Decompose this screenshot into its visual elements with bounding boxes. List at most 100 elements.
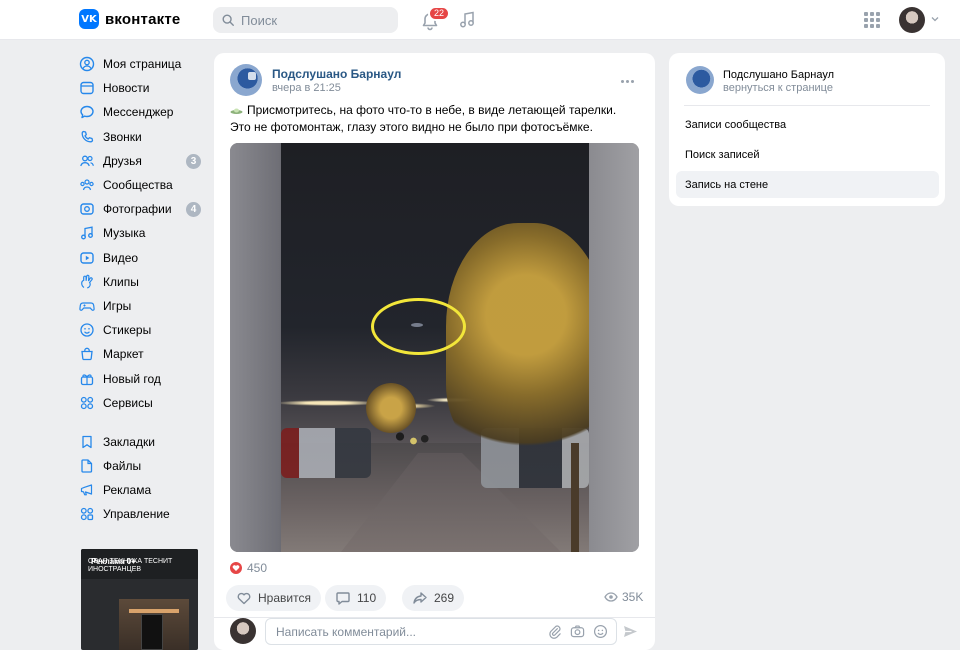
- photo-lit-tree: [446, 223, 589, 453]
- comment-attachments: [547, 624, 608, 639]
- comment-button[interactable]: 110: [325, 585, 387, 611]
- sidebar-item-label: Музыка: [103, 226, 146, 241]
- sidebar-ad-banner[interactable]: ОВАЯ ТЕХНИКА ТЕСНИТ ИНОСТРАНЦЕВ Реклама …: [81, 549, 198, 650]
- ad-image-shelf: [129, 609, 179, 613]
- sidebar-item-ads[interactable]: Реклама: [79, 478, 205, 502]
- emoji-icon[interactable]: [593, 624, 608, 639]
- ads-icon: [79, 482, 95, 498]
- community-avatar-small[interactable]: [686, 66, 714, 94]
- sidebar-item-clips[interactable]: Клипы: [79, 270, 205, 294]
- community-name[interactable]: Подслушано Барнаул: [723, 69, 834, 81]
- sidebar-item-market[interactable]: Маркет: [79, 342, 205, 366]
- sidebar-item-label: Друзья: [103, 153, 142, 168]
- music-icon: [79, 225, 95, 241]
- panel-divider: [684, 105, 930, 106]
- comment-field[interactable]: [265, 618, 617, 645]
- sidebar-item-management[interactable]: Управление: [79, 502, 205, 526]
- views-count: 35K: [622, 590, 644, 604]
- vk-logo-mark: VK: [79, 9, 99, 29]
- clips-icon: [79, 274, 95, 290]
- sidebar-item-communities[interactable]: Сообщества: [79, 173, 205, 197]
- sidebar-item-label: Новый год: [103, 371, 161, 386]
- vk-logo[interactable]: VK вконтакте: [79, 9, 180, 29]
- paperclip-icon[interactable]: [547, 624, 562, 639]
- search-icon: [222, 14, 234, 26]
- send-icon[interactable]: [622, 623, 639, 640]
- photo-yellow-highlight-ellipse: [371, 298, 466, 355]
- sidebar-item-photos[interactable]: Фотографии 4: [79, 197, 205, 221]
- file-icon: [79, 458, 95, 474]
- bookmark-icon: [79, 434, 95, 450]
- sidebar-item-label: Фотографии: [103, 202, 172, 217]
- sidebar-item-news[interactable]: Новости: [79, 76, 205, 100]
- ad-image-fridge: [141, 614, 163, 650]
- shares-count: 269: [434, 591, 455, 605]
- chevron-down-icon[interactable]: [930, 14, 940, 24]
- user-icon: [79, 56, 95, 72]
- message-icon: [79, 104, 95, 120]
- games-icon: [79, 298, 95, 314]
- search-posts-link[interactable]: Поиск записей: [676, 141, 939, 168]
- sidebar-item-video[interactable]: Видео: [79, 246, 205, 270]
- sidebar-item-messenger[interactable]: Мессенджер: [79, 100, 205, 124]
- vk-logo-text: вконтакте: [105, 10, 181, 28]
- photo-night-street: [281, 143, 589, 552]
- sidebar-item-new-year[interactable]: Новый год: [79, 366, 205, 390]
- sidebar-item-label: Управление: [103, 507, 170, 522]
- sidebar-item-friends[interactable]: Друзья 3: [79, 149, 205, 173]
- post-text-body: Присмотритесь, на фото что-то в небе, в …: [230, 103, 617, 134]
- sidebar-item-label: Файлы: [103, 459, 142, 474]
- sidebar-item-bookmarks[interactable]: Закладки: [79, 430, 205, 454]
- video-icon: [79, 250, 95, 266]
- sidebar-item-label: Стикеры: [103, 323, 152, 338]
- sidebar-item-music[interactable]: Музыка: [79, 221, 205, 245]
- community-avatar[interactable]: [230, 64, 262, 96]
- heart-outline-icon: [237, 592, 251, 605]
- market-icon: [79, 346, 95, 362]
- photos-count-badge: 4: [186, 202, 201, 218]
- sidebar-item-label: Реклама: [103, 483, 152, 498]
- post-actions-bar: Нравится 110 269 35K: [226, 585, 643, 611]
- camera-icon[interactable]: [570, 624, 585, 639]
- profile-avatar[interactable]: [899, 7, 925, 33]
- community-navigation-panel: Подслушано Барнаул вернуться к странице …: [669, 53, 945, 206]
- sidebar-item-label: Моя страница: [103, 57, 182, 72]
- sidebar-item-label: Звонки: [103, 129, 142, 144]
- search-field[interactable]: [213, 7, 398, 33]
- apps-grid-icon[interactable]: [864, 12, 880, 28]
- sidebar-item-services[interactable]: Сервисы: [79, 391, 205, 415]
- comments-count: 110: [357, 591, 377, 605]
- post-author-link[interactable]: Подслушано Барнаул: [272, 67, 401, 81]
- sidebar-item-label: Сообщества: [103, 178, 173, 193]
- friends-icon: [79, 153, 95, 169]
- like-button[interactable]: Нравится: [226, 585, 321, 611]
- sidebar-item-calls[interactable]: Звонки: [79, 125, 205, 149]
- sidebar-item-label: Мессенджер: [103, 105, 174, 120]
- likes-summary[interactable]: 450: [230, 561, 267, 575]
- sidebar-item-my-page[interactable]: Моя страница: [79, 52, 205, 76]
- search-input[interactable]: [241, 12, 391, 28]
- post-timestamp[interactable]: вчера в 21:25: [272, 82, 341, 94]
- sidebar-item-games[interactable]: Игры: [79, 294, 205, 318]
- eye-icon: [604, 592, 618, 602]
- stickers-icon: [79, 322, 95, 338]
- sidebar-item-files[interactable]: Файлы: [79, 454, 205, 478]
- back-to-page-link[interactable]: вернуться к странице: [723, 82, 833, 94]
- community-posts-link[interactable]: Записи сообщества: [676, 111, 939, 138]
- left-sidebar: Моя страница Новости Мессенджер Звонки Д…: [79, 52, 205, 527]
- phone-icon: [79, 129, 95, 145]
- sidebar-item-stickers[interactable]: Стикеры: [79, 318, 205, 342]
- like-button-label: Нравится: [258, 591, 311, 605]
- friends-count-badge: 3: [186, 153, 201, 169]
- photo-tree-trunk: [571, 443, 579, 552]
- gift-icon: [79, 371, 95, 387]
- music-player-icon[interactable]: [458, 11, 476, 29]
- wall-post-link-active[interactable]: Запись на стене: [676, 171, 939, 198]
- manage-icon: [79, 506, 95, 522]
- post-photo[interactable]: [230, 143, 639, 552]
- share-button[interactable]: 269: [402, 585, 465, 611]
- likes-count: 450: [247, 561, 268, 575]
- comment-input[interactable]: [276, 624, 516, 639]
- services-icon: [79, 395, 95, 411]
- more-options-icon[interactable]: [621, 73, 637, 89]
